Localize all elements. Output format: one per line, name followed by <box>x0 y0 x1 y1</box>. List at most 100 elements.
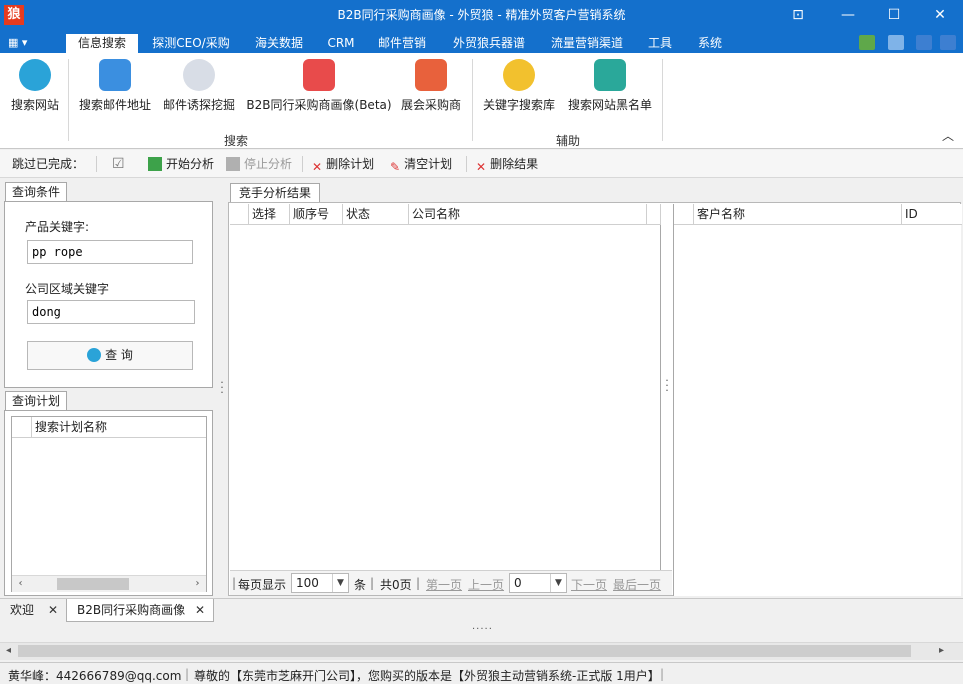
ribbon-label: 搜索网站 <box>10 98 59 112</box>
ribbon-label: 搜索网站黑名单 <box>567 98 652 112</box>
delete-results-button[interactable]: ✕ 删除结果 <box>476 156 539 174</box>
pager-divider: | <box>370 576 375 590</box>
delete-results-label: 删除结果 <box>490 157 539 171</box>
plan-grid: 搜索计划名称 ‹ › <box>11 416 207 592</box>
email-at-icon <box>99 59 131 91</box>
page-number-value: 0 <box>514 576 522 590</box>
tab-detect-ceo[interactable]: 探测CEO/采购 <box>146 34 236 53</box>
status-column-header[interactable]: 状态 <box>343 204 409 225</box>
title-bar: 狼 B2B同行采购商画像 - 外贸狼 - 精准外贸客户营销系统 ⊡ — ☐ ✕ <box>0 0 963 31</box>
chevron-down-icon[interactable]: ▼ <box>332 574 348 592</box>
status-bar: 黄华峰：442666789@qq.com | 尊敬的【东莞市芝麻开门公司】，您购… <box>0 662 963 684</box>
menu-bar: ▦ ▾ 信息搜索 探测CEO/采购 海关数据 CRM 邮件营销 外贸狼兵器谱 流… <box>0 31 963 53</box>
region-keyword-input[interactable] <box>27 300 195 324</box>
puzzle-icon <box>303 59 335 91</box>
app-menu-button[interactable]: ▦ ▾ <box>8 34 50 52</box>
main-horizontal-scrollbar[interactable]: ◂ ▸ <box>0 642 963 660</box>
last-page-link[interactable]: 最后一页 <box>613 576 661 593</box>
page-number-select[interactable]: 0 ▼ <box>509 573 567 593</box>
plan-horizontal-scrollbar[interactable]: ‹ › <box>12 575 206 592</box>
info-icon[interactable] <box>940 35 956 50</box>
results-grid: 选择 顺序号 状态 公司名称 <box>230 204 661 570</box>
start-analysis-label: 开始分析 <box>166 157 215 171</box>
ribbon-label: 关键字搜索库 <box>482 98 555 112</box>
scroll-right-icon[interactable]: ▸ <box>933 643 950 659</box>
plan-name-header[interactable]: 搜索计划名称 <box>32 417 206 438</box>
plan-grid-indicator <box>12 417 32 438</box>
tab-crm[interactable]: CRM <box>320 34 362 53</box>
product-keyword-input[interactable] <box>27 240 193 264</box>
minimize-button[interactable]: — <box>825 0 871 31</box>
pager-bar: | 每页显示 100 ▼ 条 | 共0页 | 第一页 上一页 0 ▼ 下一页 最… <box>230 570 672 595</box>
customer-grid: 客户名称 ID <box>673 204 962 596</box>
close-b2b-tab-icon[interactable]: ✕ <box>195 603 205 617</box>
delete-plan-button[interactable]: ✕ 删除计划 <box>312 156 375 174</box>
keyword-library-button[interactable]: 关键字搜索库 <box>480 59 558 121</box>
left-splitter-grip[interactable]: · · · <box>219 377 225 398</box>
scroll-right-icon[interactable]: › <box>189 576 206 592</box>
region-keyword-label: 公司区域关键字 <box>25 282 110 296</box>
pin-button[interactable]: ⊡ <box>775 0 821 31</box>
competitor-results-tab[interactable]: 竞手分析结果 <box>230 183 321 203</box>
search-email-button[interactable]: 搜索邮件地址 <box>76 59 154 121</box>
tab-system[interactable]: 系统 <box>690 34 730 53</box>
tab-customs-data[interactable]: 海关数据 <box>246 34 312 53</box>
query-button[interactable]: 查 询 <box>27 341 193 370</box>
query-conditions-panel: 产品关键字: 公司区域关键字 查 询 <box>4 201 213 388</box>
stop-analysis-label: 停止分析 <box>244 157 293 171</box>
email-probe-icon <box>183 59 215 91</box>
stop-analysis-button[interactable]: 停止分析 <box>226 156 292 172</box>
message-icon[interactable] <box>888 35 904 50</box>
scroll-thumb[interactable] <box>57 578 129 590</box>
tab-info-search[interactable]: 信息搜索 <box>66 34 138 53</box>
delete-plan-label: 删除计划 <box>326 157 375 171</box>
doc-tab-b2b-profile[interactable]: B2B同行采购商画像 <box>66 599 214 622</box>
play-icon <box>148 157 162 171</box>
exhibition-buyers-button[interactable]: 展会采购商 <box>398 59 464 121</box>
search-website-button[interactable]: 搜索网站 <box>8 59 62 121</box>
query-plan-tab[interactable]: 查询计划 <box>5 391 68 411</box>
results-grid-indicator <box>230 204 249 225</box>
start-analysis-button[interactable]: 开始分析 <box>148 156 214 172</box>
pager-divider: | <box>416 576 421 590</box>
ribbon-divider <box>472 59 473 141</box>
tab-email-marketing[interactable]: 邮件营销 <box>370 34 434 53</box>
chevron-down-icon[interactable]: ▼ <box>550 574 566 592</box>
right-splitter-grip[interactable]: · · · <box>664 375 670 396</box>
checklist-icon <box>594 59 626 91</box>
bottom-splitter-grip[interactable]: ····· <box>472 624 493 635</box>
scroll-thumb[interactable] <box>18 645 911 657</box>
scroll-left-icon[interactable]: ◂ <box>0 643 17 659</box>
tab-arsenal[interactable]: 外贸狼兵器谱 <box>444 34 534 53</box>
first-page-link[interactable]: 第一页 <box>426 576 462 593</box>
collapse-ribbon-icon[interactable]: ︿ <box>942 127 954 144</box>
website-blacklist-button[interactable]: 搜索网站黑名单 <box>566 59 654 121</box>
skin-icon[interactable] <box>859 35 875 50</box>
clear-plan-button[interactable]: ✎ 清空计划 <box>390 156 452 174</box>
tab-traffic-channels[interactable]: 流量营销渠道 <box>542 34 632 53</box>
ribbon-label: B2B同行采购商画像(Beta) <box>246 98 392 112</box>
maximize-button[interactable]: ☐ <box>871 0 917 31</box>
skip-completed-checkbox[interactable]: ☑ <box>112 156 125 172</box>
b2b-buyer-profile-button[interactable]: B2B同行采购商画像(Beta) <box>246 59 392 121</box>
results-panel: 选择 顺序号 状态 公司名称 · · · 客户名称 ID | 每页显示 100 ▼ … <box>228 202 962 596</box>
select-column-header[interactable]: 选择 <box>249 204 290 225</box>
per-page-select[interactable]: 100 ▼ <box>291 573 349 593</box>
sequence-column-header[interactable]: 顺序号 <box>290 204 343 225</box>
tab-tools[interactable]: 工具 <box>640 34 680 53</box>
doc-tab-label: 欢迎 <box>10 603 35 617</box>
email-probe-button[interactable]: 邮件诱探挖掘 <box>160 59 238 121</box>
ribbon-label: 邮件诱探挖掘 <box>162 98 235 112</box>
close-button[interactable]: ✕ <box>917 0 963 31</box>
ribbon-group-assist: 辅助 <box>556 134 581 148</box>
help-icon[interactable] <box>916 35 932 50</box>
close-welcome-tab-icon[interactable]: ✕ <box>48 603 58 617</box>
query-conditions-tab[interactable]: 查询条件 <box>5 182 68 202</box>
customer-name-column-header[interactable]: 客户名称 <box>694 204 902 225</box>
next-page-link[interactable]: 下一页 <box>571 576 607 593</box>
scroll-left-icon[interactable]: ‹ <box>12 576 29 592</box>
company-name-column-header[interactable]: 公司名称 <box>409 204 647 225</box>
id-column-header[interactable]: ID <box>902 204 962 225</box>
prev-page-link[interactable]: 上一页 <box>468 576 504 593</box>
ribbon-divider <box>662 59 663 141</box>
